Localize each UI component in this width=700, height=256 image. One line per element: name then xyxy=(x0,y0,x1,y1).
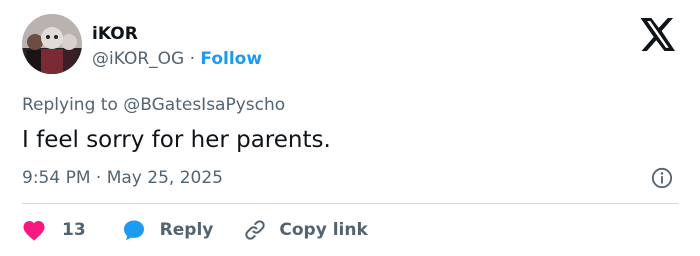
reply-mention[interactable]: @BGatesIsaPyscho xyxy=(123,95,285,115)
link-icon xyxy=(245,220,266,240)
like-count: 13 xyxy=(62,220,86,240)
reply-button[interactable]: Reply xyxy=(122,218,244,242)
reply-prefix: Replying to xyxy=(22,95,118,115)
avatar[interactable] xyxy=(22,14,82,74)
heart-icon xyxy=(23,221,45,241)
follow-button[interactable]: Follow xyxy=(200,49,262,69)
separator-dot: · xyxy=(189,49,196,69)
tweet-timestamp[interactable]: 9:54 PM · May 25, 2025 xyxy=(22,167,223,189)
speech-bubble-icon xyxy=(123,220,144,241)
tweet-text: I feel sorry for her parents. xyxy=(22,127,331,153)
divider xyxy=(22,203,678,204)
reply-context: Replying to @BGatesIsaPyscho xyxy=(22,94,285,116)
copy-link-label: Copy link xyxy=(279,220,368,240)
author-name[interactable]: iKOR xyxy=(92,24,138,44)
copy-link-button[interactable]: Copy link xyxy=(243,218,368,242)
reply-label: Reply xyxy=(159,220,214,240)
info-icon[interactable] xyxy=(651,167,673,189)
handle-row: @iKOR_OG · Follow xyxy=(92,49,262,69)
author-handle[interactable]: @iKOR_OG xyxy=(92,49,184,69)
action-bar: 13 Reply Copy link xyxy=(22,216,368,244)
like-button[interactable]: 13 xyxy=(22,219,122,241)
x-logo-icon[interactable] xyxy=(640,18,677,51)
